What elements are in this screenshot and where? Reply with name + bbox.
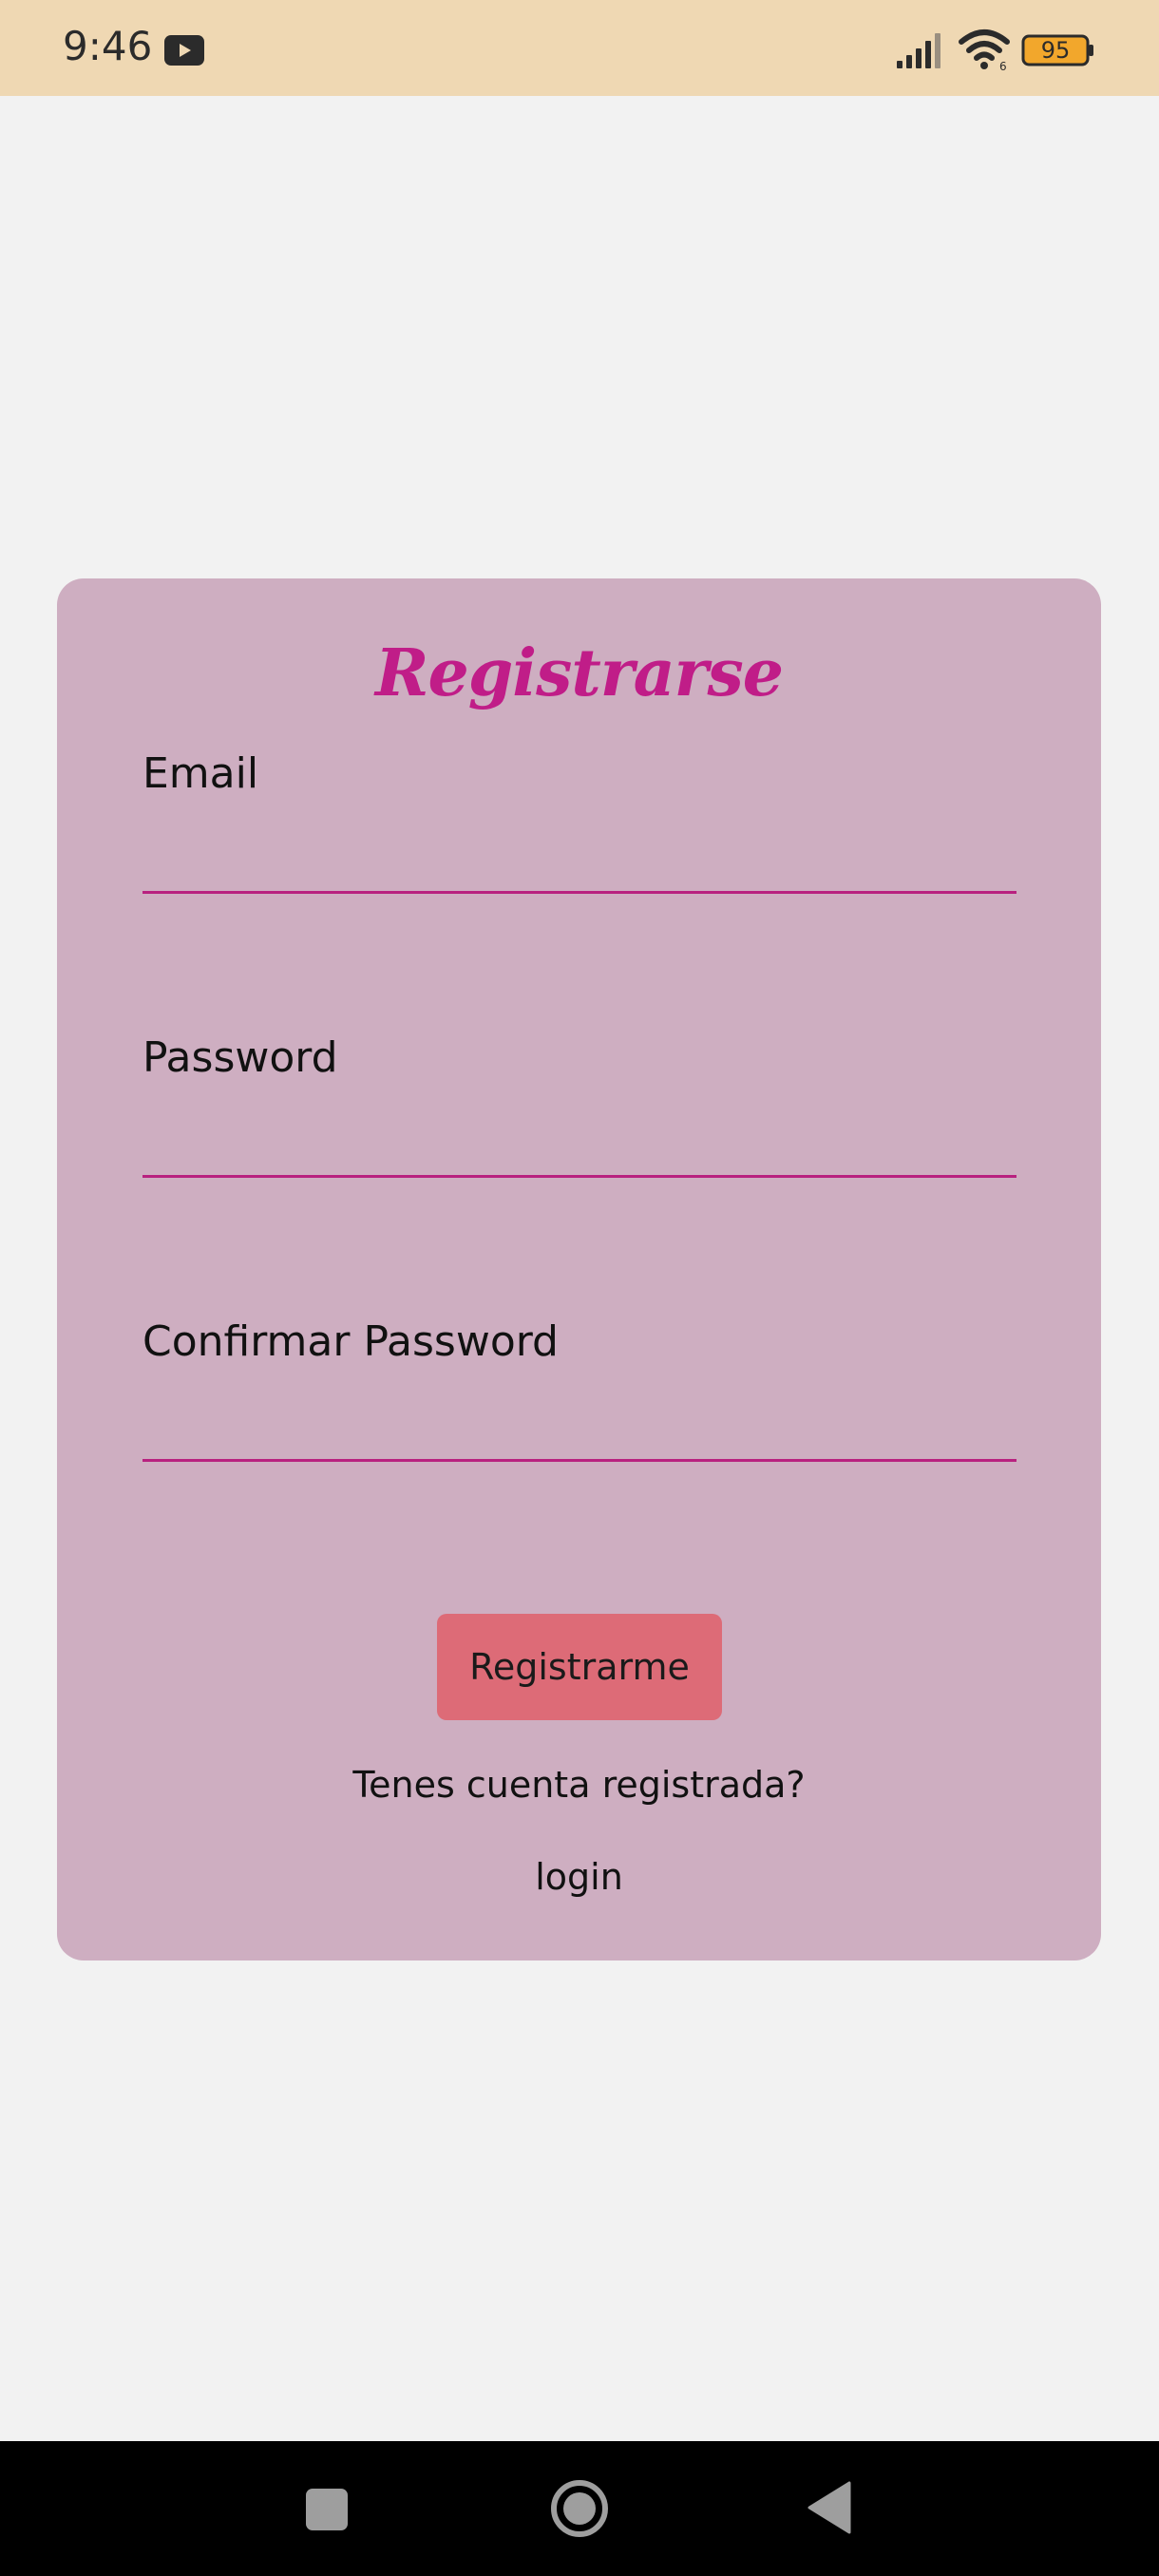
confirm-password-field[interactable] xyxy=(142,1399,1016,1462)
svg-text:6: 6 xyxy=(999,60,1007,72)
status-time: 9:46 xyxy=(63,23,153,69)
battery-level: 95 xyxy=(1040,37,1071,64)
status-bar: 9:46 6 95 xyxy=(0,0,1159,96)
account-question: Tenes cuenta registrada? xyxy=(352,1764,806,1806)
confirm-password-label: Confirmar Password xyxy=(142,1317,559,1366)
youtube-icon xyxy=(164,35,204,66)
navigation-bar xyxy=(0,2441,1159,2576)
email-label: Email xyxy=(142,749,259,798)
email-field[interactable] xyxy=(142,831,1016,894)
home-icon[interactable] xyxy=(550,2479,609,2538)
register-card: Registrarse Email Password Confirmar Pas… xyxy=(57,578,1101,1960)
password-label: Password xyxy=(142,1033,338,1082)
login-link[interactable]: login xyxy=(57,1856,1101,1898)
wifi-icon: 6 xyxy=(959,29,1010,72)
back-icon[interactable] xyxy=(808,2481,851,2534)
register-button[interactable]: Registrarme xyxy=(437,1614,722,1720)
page-title: Registrarse xyxy=(374,635,784,711)
password-field[interactable] xyxy=(142,1115,1016,1178)
signal-icon xyxy=(897,33,940,68)
recents-icon[interactable] xyxy=(306,2489,348,2530)
